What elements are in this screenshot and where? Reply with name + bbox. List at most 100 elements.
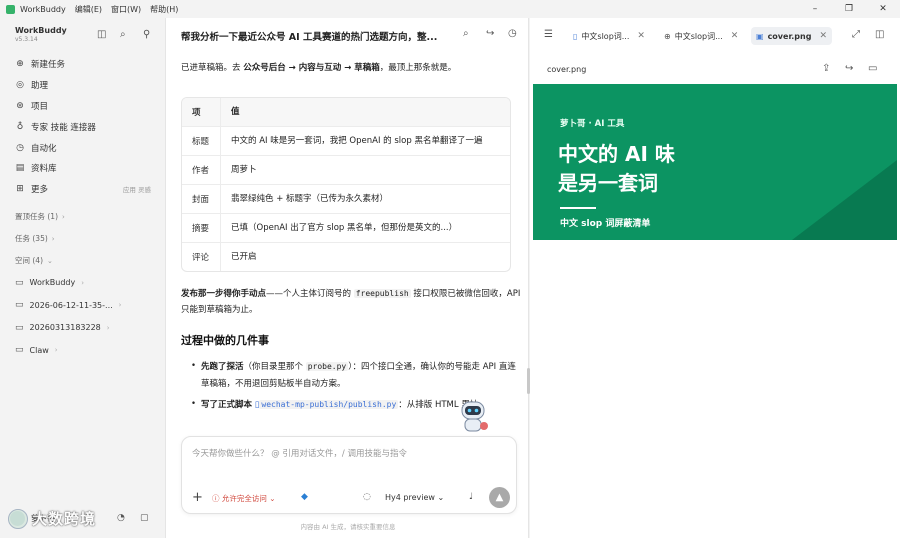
close-icon[interactable]: ✕: [819, 31, 827, 41]
watermark-text: 大数跨境: [32, 510, 97, 528]
menu-icon[interactable]: ☰: [544, 29, 553, 40]
notification-icon[interactable]: ◔: [117, 513, 125, 523]
assistant-icon: ◎: [16, 80, 24, 91]
mode-icon[interactable]: ◆: [301, 492, 308, 502]
sidebar-item-experts[interactable]: ♁ 专家 技能 连接器: [0, 116, 165, 137]
intro-text: 已进草稿箱。去: [181, 63, 244, 73]
share-icon[interactable]: ↪: [845, 63, 853, 74]
sidebar-item-label: 专家 技能 连接器: [31, 122, 96, 133]
section-pinned-tasks[interactable]: 置顶任务 (1) ›: [0, 206, 165, 228]
table-header-value: 值: [220, 98, 510, 126]
share-icon[interactable]: ↪: [486, 28, 494, 39]
sidebar-nav: ⊕ 新建任务 ◎ 助理 ⊛ 项目 ♁ 专家 技能 连接器 ◷ 自动化 ▤ 资料库…: [0, 54, 165, 200]
folder-icon: ▭: [15, 277, 24, 288]
folder-item[interactable]: ▭ Claw ›: [0, 339, 165, 362]
watermark: 大数跨境: [8, 508, 96, 529]
close-icon[interactable]: ✕: [637, 31, 645, 41]
chevron-right-icon: ›: [54, 346, 58, 355]
sidebar-item-more[interactable]: ⊞ 更多 应用 灵感: [0, 179, 165, 200]
sidebar-item-automation[interactable]: ◷ 自动化: [0, 137, 165, 158]
menu-help[interactable]: 帮助(H): [150, 4, 178, 15]
tab-slop-doc[interactable]: ▯ 中文slop词... ✕: [568, 27, 650, 45]
folder-item[interactable]: ▭ 2026-06-12-11-35-... ›: [0, 294, 165, 317]
folder-label: 2026-06-12-11-35-...: [29, 300, 113, 310]
permission-dropdown[interactable]: ⓘ 允许完全访问 ⌄: [212, 493, 276, 504]
section-label: 置顶任务 (1): [15, 212, 59, 222]
folder-item[interactable]: ▭ 20260313183228 ›: [0, 317, 165, 340]
sidebar-item-project[interactable]: ⊛ 项目: [0, 96, 165, 117]
table-cell-key: 作者: [192, 166, 210, 176]
sidebar-item-library[interactable]: ▤ 资料库: [0, 158, 165, 179]
watermark-logo-icon: [8, 508, 28, 529]
table-cell-value: 周萝卜: [220, 156, 510, 184]
section-tasks[interactable]: 任务 (35) ›: [0, 228, 165, 250]
section-heading: 过程中做的几件事: [181, 334, 269, 347]
add-attachment-button[interactable]: +: [192, 490, 203, 505]
automation-icon: ◷: [16, 142, 24, 153]
sidebar-item-label: 助理: [31, 81, 49, 92]
file-link[interactable]: wechat-mp-publish/publish.py: [259, 400, 399, 409]
close-window-button[interactable]: ✕: [866, 0, 900, 18]
chevron-right-icon: ›: [106, 323, 110, 332]
sidebar-item-label: 项目: [31, 101, 49, 112]
file-toolbar: cover.png ⇪ ↪ ▭: [530, 58, 900, 82]
conversation-pane: 帮我分析一下最近公众号 AI 工具赛道的热门选题方向，整... ⌕ ↪ ◷ 已进…: [165, 18, 530, 538]
tab-slop-web[interactable]: ⊕ 中文slop词... ✕: [659, 27, 743, 45]
filter-icon[interactable]: ⚲: [143, 29, 150, 40]
tab-label: 中文slop词...: [674, 31, 723, 41]
history-icon[interactable]: ◷: [508, 28, 517, 39]
table-cell-key: 封面: [192, 195, 210, 205]
model-selector[interactable]: Hy4 preview ⌄: [385, 493, 444, 502]
folder-item[interactable]: ▭ WorkBuddy ›: [0, 272, 165, 295]
folder-label: WorkBuddy: [29, 278, 76, 288]
list-item-text: （你目录里那个: [243, 362, 306, 372]
search-icon[interactable]: ⌕: [463, 28, 469, 39]
chevron-right-icon: ›: [62, 212, 65, 221]
chat-input[interactable]: 今天帮你做些什么？ @ 引用对话文件，/ 调用技能与指令: [192, 447, 407, 459]
section-spaces[interactable]: 空间 (4) ⌄: [0, 250, 165, 272]
image-icon: ▣: [756, 31, 764, 41]
upload-icon[interactable]: ⇪: [822, 63, 830, 74]
sidebar-item-assistant[interactable]: ◎ 助理: [0, 75, 165, 96]
maximize-button[interactable]: ❐: [832, 0, 866, 18]
close-icon[interactable]: ✕: [731, 31, 739, 41]
library-icon: ▤: [15, 163, 25, 174]
cover-title-line: 是另一套词: [558, 171, 658, 195]
cover-title-line: 中文的 AI 味: [558, 142, 675, 166]
chevron-right-icon: ›: [81, 278, 85, 287]
chat-icon[interactable]: ▢: [140, 513, 149, 523]
sidebar: WorkBuddy v5.3.14 ◫ ⌕ ⚲ ⊕ 新建任务 ◎ 助理 ⊛ 项目…: [0, 18, 165, 538]
publish-note-text: ——个人主体订阅号的: [266, 289, 354, 299]
menu-edit[interactable]: 编辑(E): [75, 4, 102, 15]
tab-cover-png[interactable]: ▣ cover.png ✕: [751, 27, 832, 45]
list-item-bold: 先跑了探活: [201, 362, 244, 372]
send-button[interactable]: ▲: [489, 487, 510, 508]
menu-window[interactable]: 窗口(W): [111, 4, 141, 15]
panel-toggle-icon[interactable]: ◫: [875, 29, 884, 40]
tab-label: 中文slop词...: [581, 31, 630, 41]
chevron-right-icon: ›: [118, 301, 122, 310]
minimize-button[interactable]: –: [798, 0, 832, 18]
section-label: 空间 (4): [15, 256, 44, 266]
expand-icon[interactable]: ⤢: [852, 29, 860, 40]
search-icon[interactable]: ⌕: [120, 29, 126, 40]
sidebar-item-new-task[interactable]: ⊕ 新建任务: [0, 54, 165, 75]
cover-title: 中文的 AI 味 是另一套词: [558, 140, 675, 198]
new-task-icon: ⊕: [16, 59, 24, 70]
mascot-robot-icon[interactable]: [453, 396, 493, 436]
folder-icon[interactable]: ▭: [868, 63, 877, 74]
message-content: 已进草稿箱。去 公众号后台 → 内容与互动 → 草稿箱，最顶上那条就是。 项 值…: [181, 60, 521, 417]
cover-divider: [560, 207, 596, 209]
table-row: 摘要 已填（OpenAI 出了官方 slop 黑名单，但那份是英文的...）: [182, 213, 510, 242]
sidebar-sections: 置顶任务 (1) › 任务 (35) › 空间 (4) ⌄ ▭ WorkBuddy › ▭…: [0, 206, 165, 362]
cover-image: 萝卜哥 · AI 工具 中文的 AI 味 是另一套词 中文 slop 词屏蔽清单: [533, 84, 897, 240]
sidebar-item-label: 新建任务: [31, 60, 66, 71]
microphone-icon[interactable]: ♩: [469, 492, 473, 502]
toggle-sidebar-icon[interactable]: ◫: [97, 29, 106, 40]
title-bar: WorkBuddy 编辑(E) 窗口(W) 帮助(H) – ❐ ✕: [0, 0, 900, 18]
more-extra-label[interactable]: 应用 灵感: [123, 184, 151, 194]
app-name: WorkBuddy: [20, 4, 66, 14]
intro-path: 公众号后台 → 内容与互动 → 草稿箱: [243, 63, 380, 73]
preview-tabs: ☰ ▯ 中文slop词... ✕ ⊕ 中文slop词... ✕ ▣ cover.…: [530, 18, 900, 54]
table-header-row: 项 值: [182, 98, 510, 126]
